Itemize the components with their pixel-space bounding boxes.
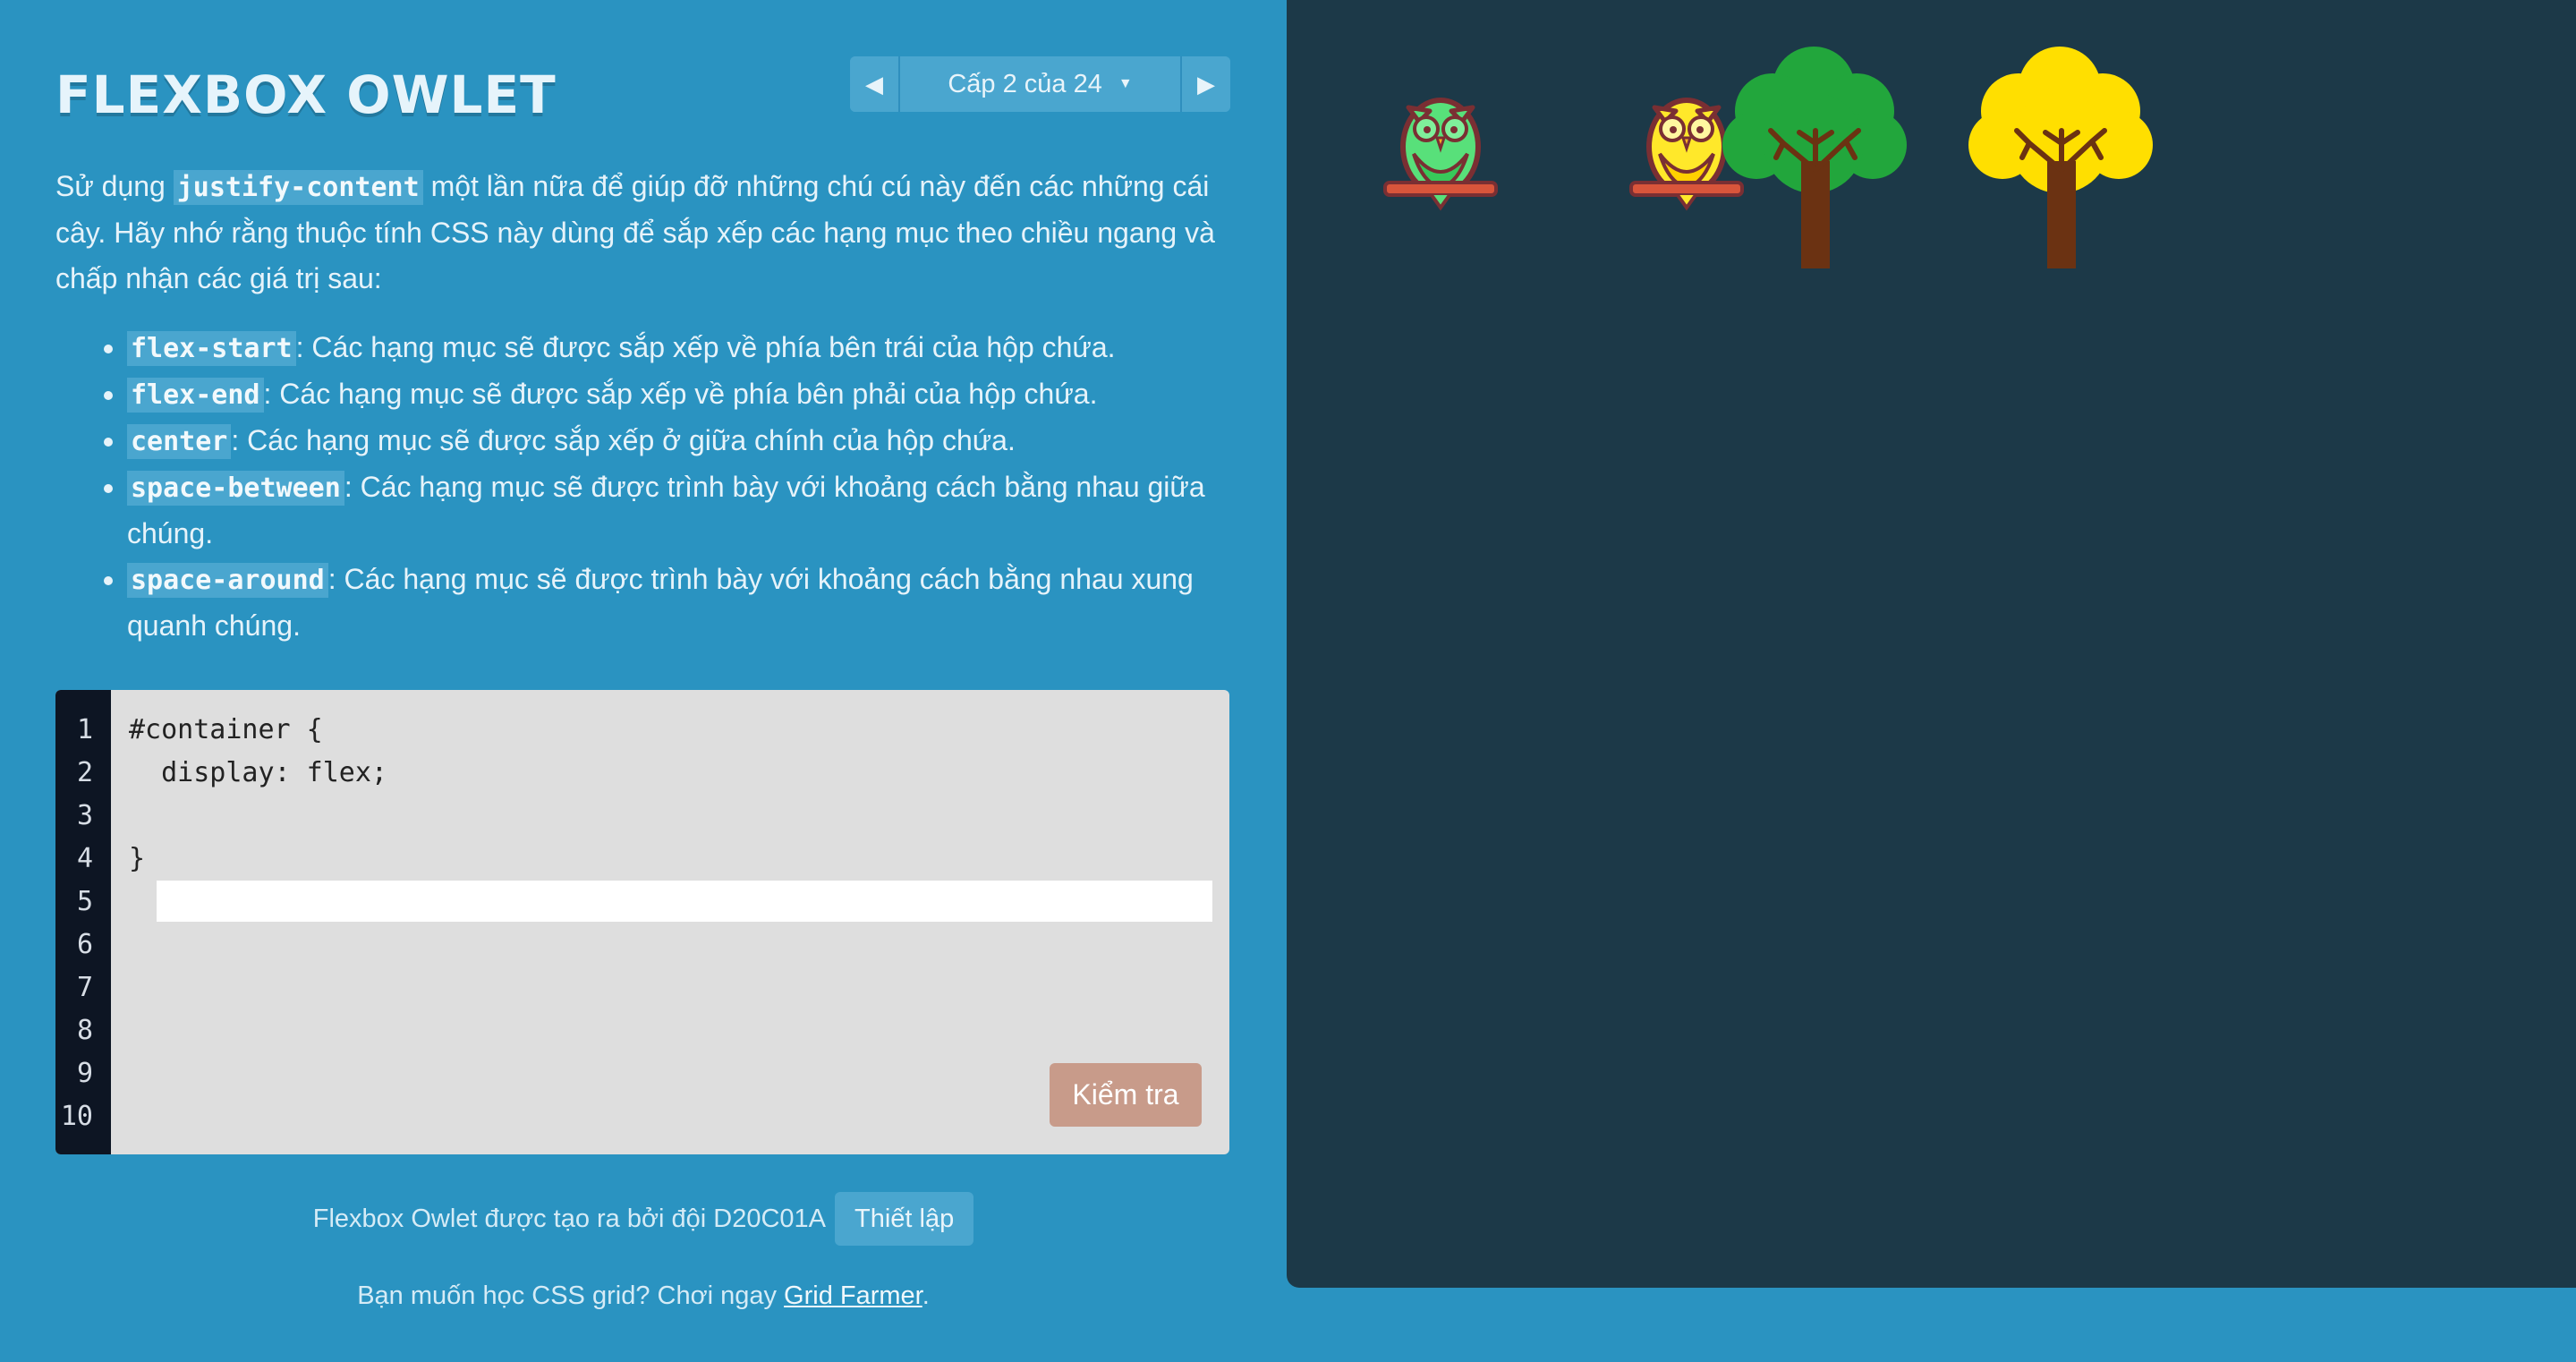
values-list: flex-start: Các hạng mục sẽ được sắp xếp… [55,325,1237,649]
caret-down-icon: ▼ [1118,76,1133,91]
intro-text-before: Sử dụng [55,170,174,202]
promo-text-before: Bạn muốn học CSS grid? Chơi ngay [357,1281,785,1310]
line-number: 6 [76,929,93,960]
line-number: 7 [76,972,93,1003]
level-indicator-label: Cấp 2 của 24 [948,69,1102,98]
line-number: 4 [76,843,93,874]
level-navigator: ◀ Cấp 2 của 24 ▼ ▶ [850,56,1230,112]
tree-yellow [1968,47,2153,268]
css-answer-input[interactable] [157,881,1212,922]
list-item: flex-start: Các hạng mục sẽ được sắp xếp… [127,325,1237,371]
credits-text: Flexbox Owlet được tạo ra bởi đội D20C01… [312,1204,827,1233]
list-item: flex-end: Các hạng mục sẽ được sắp xếp v… [127,371,1237,418]
line-number: 5 [76,886,93,917]
code-line: #container { [129,714,323,745]
value-code: flex-start [127,331,296,366]
line-number: 9 [76,1058,93,1089]
grid-farmer-link[interactable]: Grid Farmer [784,1281,922,1310]
triangle-right-icon: ▶ [1197,70,1215,98]
sidebar: FLEXBOX OWLET ◀ Cấp 2 của 24 ▼ ▶ Sử dụng… [0,0,1287,1362]
value-description: : Các hạng mục sẽ được sắp xếp về phía b… [295,331,1116,363]
game-board [1287,0,2576,1288]
value-description: : Các hạng mục sẽ được sắp xếp ở giữa ch… [231,424,1016,456]
credits-bar: Flexbox Owlet được tạo ra bởi đội D20C01… [0,1192,1287,1246]
promo-text: Bạn muốn học CSS grid? Chơi ngay Grid Fa… [0,1281,1287,1311]
line-number: 2 [76,757,93,788]
level-indicator[interactable]: Cấp 2 của 24 ▼ [900,56,1180,112]
answer-line [129,795,1229,922]
triangle-left-icon: ◀ [865,70,883,98]
owl-green [1383,98,1498,211]
code-area: #container { display: flex; } [129,709,1229,922]
settings-button[interactable]: Thiết lập [835,1192,974,1246]
check-button[interactable]: Kiểm tra [1050,1063,1202,1127]
value-code: flex-end [127,378,264,413]
tree-green [1722,47,1907,268]
prev-level-button[interactable]: ◀ [850,56,900,112]
game-title: FLEXBOX OWLET [55,64,557,125]
code-line: } [129,843,146,874]
list-item: space-around: Các hạng mục sẽ được trình… [127,557,1237,649]
promo-text-after: . [922,1281,930,1310]
value-code: space-around [127,563,328,598]
list-item: space-between: Các hạng mục sẽ được trìn… [127,464,1237,557]
instructions: Sử dụng justify-content một lần nữa để g… [55,164,1237,649]
value-description: : Các hạng mục sẽ được sắp xếp về phía b… [263,378,1098,410]
line-number-gutter: 1 2 3 4 5 6 7 8 9 10 [55,690,111,1154]
line-number: 10 [60,1101,93,1132]
instructions-intro: Sử dụng justify-content một lần nữa để g… [55,164,1237,302]
list-item: center: Các hạng mục sẽ được sắp xếp ở g… [127,418,1237,464]
code-line: display: flex; [129,757,387,788]
line-number: 1 [76,714,93,745]
value-code: center [127,424,232,459]
line-number: 8 [76,1015,93,1046]
line-number: 3 [76,800,93,831]
intro-code-keyword: justify-content [173,170,423,205]
value-code: space-between [127,471,344,506]
next-level-button[interactable]: ▶ [1180,56,1230,112]
